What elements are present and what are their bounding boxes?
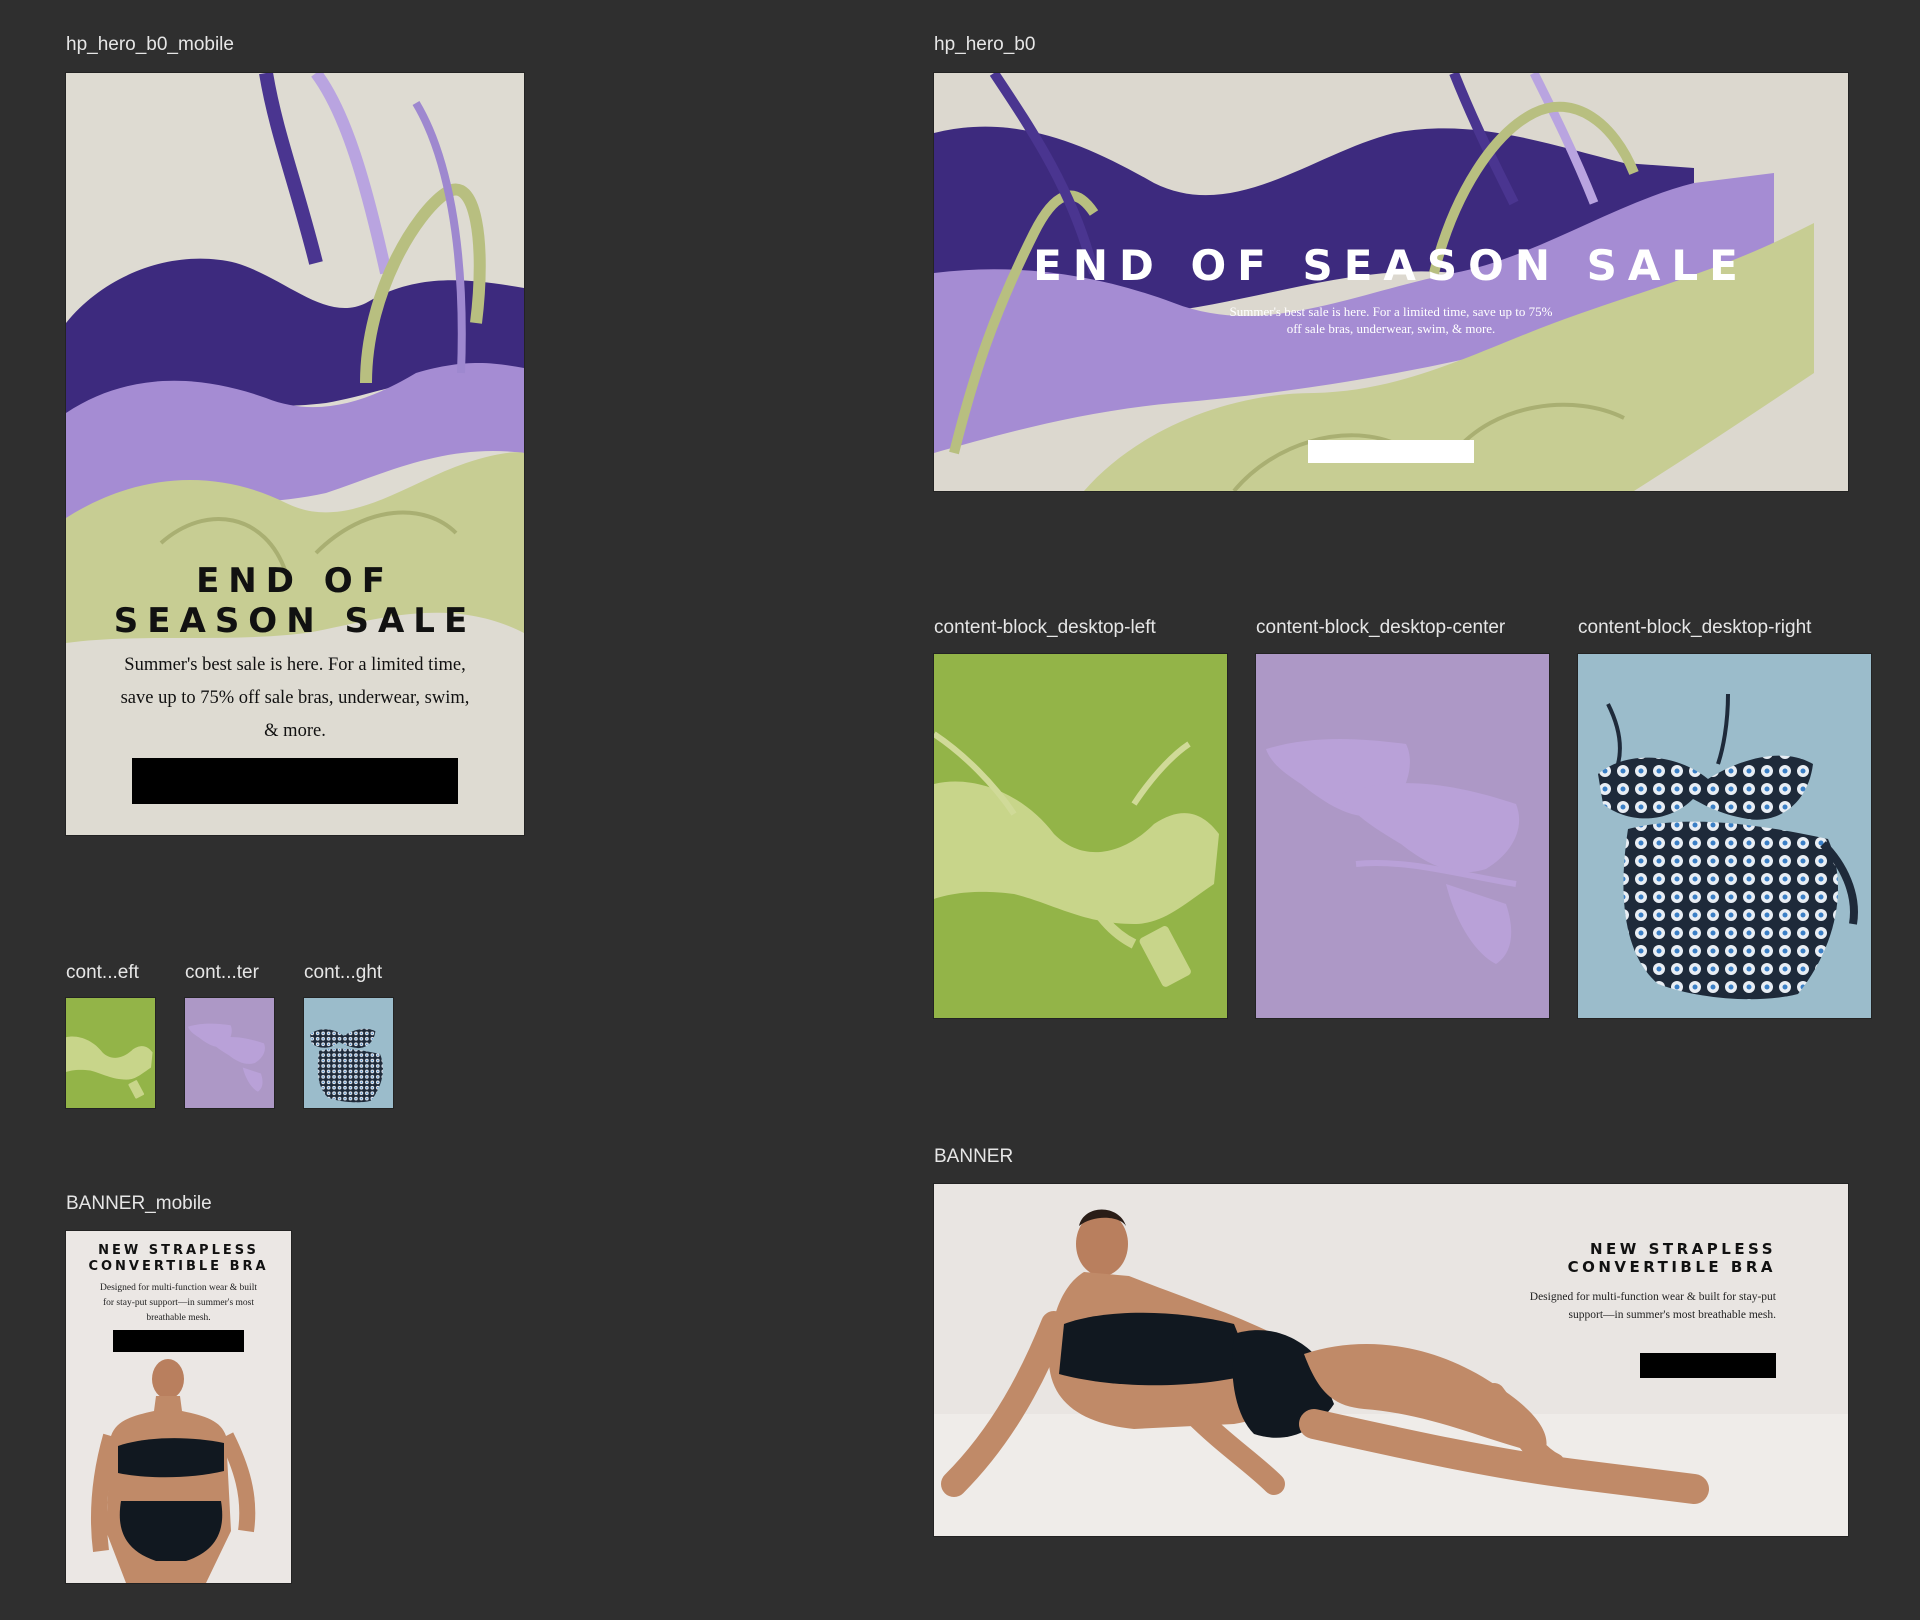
frame-label-content-block-left[interactable]: content-block_desktop-left	[934, 617, 1156, 639]
content-block-left-frame[interactable]	[934, 654, 1227, 1018]
hero-desktop-body-line1: Summer's best sale is here. For a limite…	[1229, 304, 1553, 319]
thumb-left-frame[interactable]	[66, 998, 155, 1108]
banner-mobile-headline-line1: NEW STRAPLESS	[98, 1243, 259, 1258]
frame-label-thumb-left[interactable]: cont...eft	[66, 962, 139, 984]
frame-label-hero-desktop[interactable]: hp_hero_b0	[934, 34, 1035, 56]
frame-label-banner-desktop[interactable]: BANNER	[934, 1146, 1013, 1168]
frame-label-content-block-center[interactable]: content-block_desktop-center	[1256, 617, 1505, 639]
underwear-photo-icon	[185, 998, 274, 1108]
hero-mobile-body-line1: Summer's best sale is here. For a limite…	[124, 655, 466, 675]
content-block-center-frame[interactable]	[1256, 654, 1549, 1018]
hero-mobile-body-line2: save up to 75% off sale bras, underwear,…	[120, 688, 470, 708]
content-block-right-frame[interactable]	[1578, 654, 1871, 1018]
bra-photo-icon	[934, 654, 1227, 1018]
banner-desktop-frame[interactable]: NEW STRAPLESS CONVERTIBLE BRA Designed f…	[934, 1184, 1848, 1536]
banner-mobile-body-line2: for stay-put support—in summer's most	[102, 1298, 255, 1308]
hero-desktop-body-line2: off sale bras, underwear, swim, & more.	[1286, 321, 1496, 336]
banner-mobile-cta-button[interactable]	[113, 1330, 244, 1352]
banner-mobile-body-line1: Designed for multi-function wear & built	[100, 1283, 257, 1293]
frame-label-banner-mobile[interactable]: BANNER_mobile	[66, 1193, 212, 1215]
banner-mobile-frame[interactable]: NEW STRAPLESS CONVERTIBLE BRA Designed f…	[66, 1231, 291, 1583]
banner-desktop-cta-button[interactable]	[1640, 1353, 1776, 1378]
swimsuit-photo-icon	[1578, 654, 1871, 1018]
hero-desktop-headline: END OF SEASON SALE	[1033, 241, 1749, 290]
banner-desktop-headline-line2: CONVERTIBLE BRA	[1567, 1258, 1776, 1276]
swimsuit-photo-icon	[304, 998, 393, 1108]
frame-label-thumb-right[interactable]: cont...ght	[304, 962, 382, 984]
banner-mobile-body-line3: breathable mesh.	[146, 1313, 211, 1323]
hero-desktop-frame[interactable]: END OF SEASON SALE Summer's best sale is…	[934, 73, 1848, 491]
hero-mobile-body-line3: & more.	[264, 721, 326, 741]
thumb-right-frame[interactable]	[304, 998, 393, 1108]
hero-mobile-headline-line2: SEASON SALE	[113, 601, 477, 641]
banner-mobile-headline-line2: CONVERTIBLE BRA	[88, 1259, 269, 1274]
hero-mobile-headline-line1: END OF	[196, 561, 394, 601]
thumb-center-frame[interactable]	[185, 998, 274, 1108]
bra-photo-icon	[66, 998, 155, 1108]
hero-desktop-cta-button[interactable]	[1308, 440, 1474, 463]
hero-mobile-cta-button[interactable]	[132, 758, 458, 804]
underwear-photo-icon	[1256, 654, 1549, 1018]
banner-desktop-body-line1: Designed for multi-function wear & built…	[1529, 1291, 1776, 1303]
frame-label-content-block-right[interactable]: content-block_desktop-right	[1578, 617, 1811, 639]
hero-mobile-frame[interactable]: END OF SEASON SALE Summer's best sale is…	[66, 73, 524, 835]
frame-label-hero-mobile[interactable]: hp_hero_b0_mobile	[66, 34, 234, 56]
frame-label-thumb-center[interactable]: cont...ter	[185, 962, 259, 984]
banner-desktop-headline-line1: NEW STRAPLESS	[1590, 1240, 1776, 1258]
banner-desktop-body-line2: support—in summer's most breathable mesh…	[1568, 1309, 1776, 1321]
